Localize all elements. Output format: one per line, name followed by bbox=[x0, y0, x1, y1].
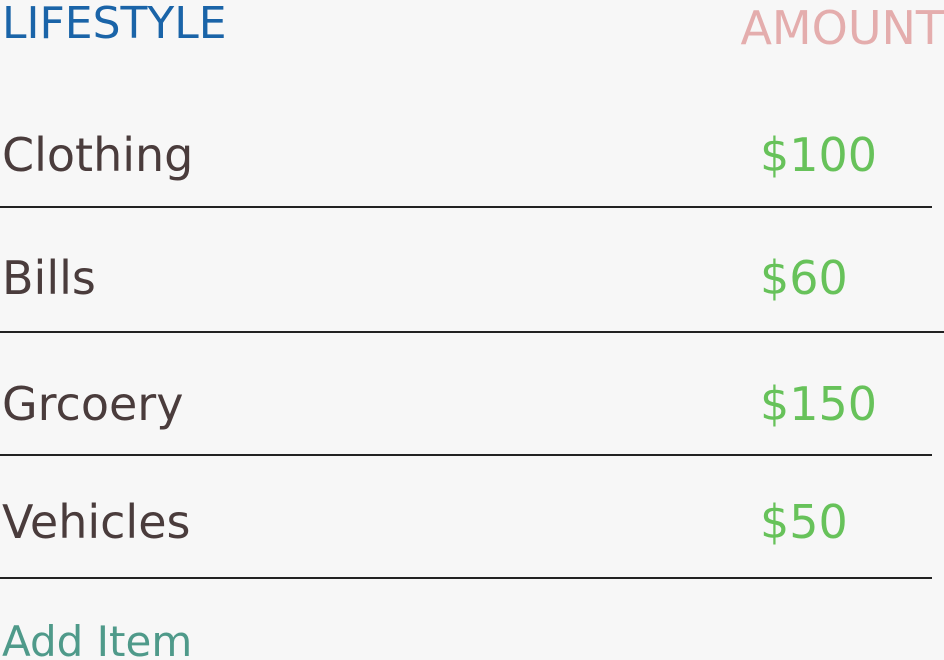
item-name: Bills bbox=[2, 251, 96, 305]
add-item-button[interactable]: Add Item bbox=[2, 612, 192, 660]
item-amount: $60 bbox=[760, 251, 848, 305]
amount-header: AMOUNT bbox=[740, 1, 944, 55]
row-divider bbox=[0, 454, 932, 456]
row-divider bbox=[0, 206, 932, 208]
item-name: Grcoery bbox=[2, 377, 184, 431]
row-divider bbox=[0, 331, 944, 333]
item-amount: $50 bbox=[760, 495, 848, 549]
item-amount: $150 bbox=[760, 377, 878, 431]
item-name: Clothing bbox=[2, 128, 194, 182]
budget-list-screen: LIFESTYLE AMOUNT Clothing $100 Bills $60… bbox=[0, 0, 944, 660]
item-name: Vehicles bbox=[2, 495, 191, 549]
category-header: LIFESTYLE bbox=[2, 0, 227, 49]
row-divider bbox=[0, 577, 932, 579]
item-amount: $100 bbox=[760, 128, 878, 182]
